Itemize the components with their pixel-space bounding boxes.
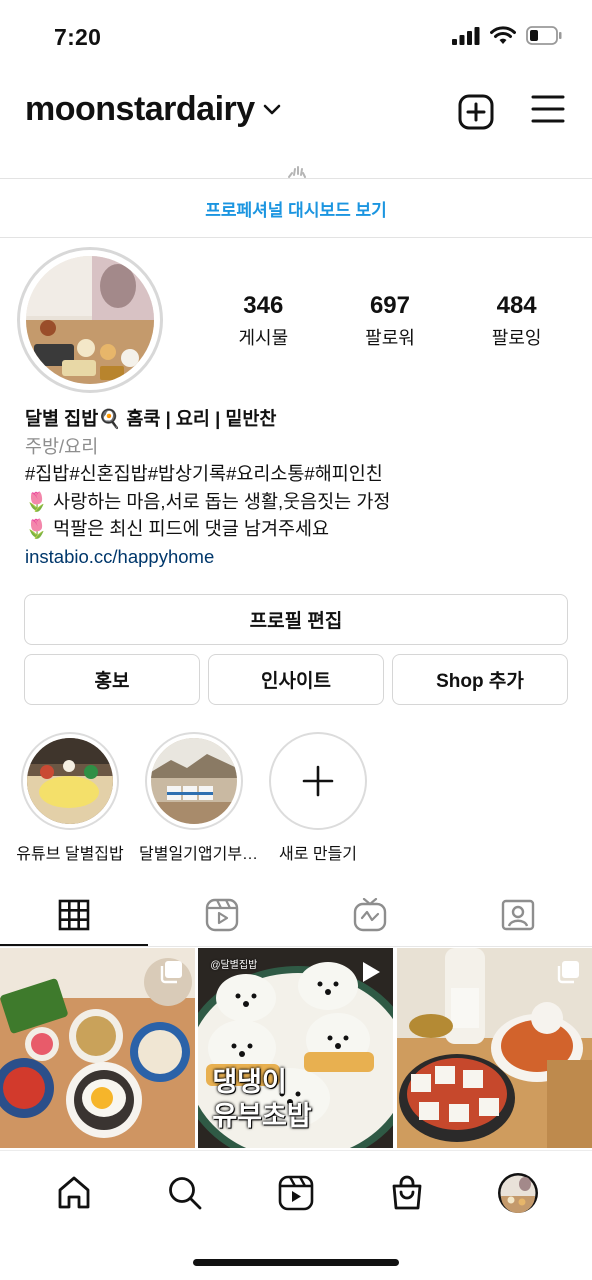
carousel-icon	[161, 961, 183, 984]
search-icon	[168, 1176, 202, 1209]
bio-line: 🌷 사랑하는 마음,서로 돕는 생활,웃음짓는 가정	[25, 490, 391, 512]
highlight-diary-donation[interactable]: 달별일기앱기부…	[139, 732, 259, 864]
professional-dashboard-bar: 프로페셔널 대시보드 보기	[0, 178, 592, 238]
add-shop-button[interactable]: Shop 추가	[392, 654, 568, 705]
insights-button[interactable]: 인사이트	[208, 654, 384, 705]
account-switcher[interactable]: moonstardairy	[25, 90, 281, 129]
reels-icon	[278, 1175, 314, 1210]
plus-icon	[302, 765, 334, 797]
highlight-youtube[interactable]: 유튜브 달별집밥	[15, 732, 125, 864]
stat-label: 팔로워	[365, 328, 415, 348]
highlight-ring	[21, 732, 119, 830]
stat-posts[interactable]: 346 게시물	[203, 292, 323, 350]
tagged-user-icon	[501, 899, 535, 931]
nav-shop[interactable]	[377, 1163, 437, 1223]
avatar-photo	[26, 256, 154, 384]
highlight-thumbnail	[27, 738, 113, 824]
hamburger-menu-icon	[531, 95, 565, 123]
highlight-thumbnail	[151, 738, 237, 824]
wifi-icon	[490, 26, 516, 44]
profile-tabs	[0, 884, 592, 946]
battery-icon	[526, 26, 562, 45]
new-highlight-button[interactable]: 새로 만들기	[263, 732, 373, 864]
username: moonstardairy	[25, 90, 255, 128]
stat-followers[interactable]: 697 팔로워	[330, 292, 450, 350]
refresh-spinner-icon	[288, 166, 306, 178]
highlight-ring	[269, 732, 367, 830]
post-thumbnail[interactable]: @달별집밥 댕댕이 유부초밥	[198, 948, 394, 1148]
tab-igtv[interactable]	[296, 884, 444, 946]
post-tag-text: @달별집밥	[210, 960, 258, 971]
display-name: 달별 집밥🍳 홈쿡 | 요리 | 밑반찬	[25, 408, 277, 429]
stat-following[interactable]: 484 팔로잉	[457, 292, 577, 350]
professional-dashboard-link[interactable]: 프로페셔널 대시보드 보기	[205, 196, 387, 221]
stat-value: 697	[369, 292, 410, 319]
promote-button[interactable]: 홍보	[24, 654, 200, 705]
nav-reels[interactable]	[266, 1163, 326, 1223]
highlight-label: 유튜브 달별집밥	[16, 846, 124, 863]
highlight-ring	[145, 732, 243, 830]
signal-icon	[452, 26, 480, 45]
post-thumbnail[interactable]	[0, 948, 195, 1148]
status-time: 7:20	[54, 24, 102, 50]
reels-icon	[205, 898, 239, 932]
profile-header: moonstardairy	[0, 72, 592, 152]
posts-grid: @달별집밥 댕댕이 유부초밥	[0, 948, 592, 1148]
profile-stats: 346 게시물 697 팔로워 484 팔로잉	[200, 292, 580, 350]
profile-avatar[interactable]	[17, 247, 163, 393]
home-icon	[58, 1176, 89, 1208]
tabs-divider	[0, 946, 592, 947]
grid-icon	[58, 899, 90, 931]
stat-label: 게시물	[238, 328, 289, 348]
bio-line: #집밥#신혼집밥#밥상기록#요리소통#해피인친	[25, 463, 383, 484]
reel-play-icon	[362, 962, 380, 982]
bottom-navigation	[0, 1150, 592, 1234]
nav-home[interactable]	[44, 1163, 104, 1223]
nav-profile[interactable]	[488, 1163, 548, 1223]
status-icons	[452, 26, 562, 45]
edit-profile-button[interactable]: 프로필 편집	[24, 594, 568, 645]
create-button[interactable]	[458, 94, 494, 135]
post-thumbnail[interactable]	[396, 948, 592, 1148]
bio-link[interactable]: instabio.cc/happyhome	[25, 543, 570, 571]
menu-button[interactable]	[531, 94, 565, 129]
home-indicator[interactable]	[193, 1259, 399, 1266]
stat-value: 346	[243, 292, 284, 319]
tab-reels[interactable]	[148, 884, 296, 946]
carousel-icon	[557, 961, 579, 984]
bio-line: 🌷 먹팔은 최신 피드에 댓글 남겨주세요	[25, 518, 330, 539]
highlight-label: 달별일기앱기부…	[139, 846, 259, 863]
tab-posts-grid[interactable]	[0, 884, 148, 946]
post-caption-line: 유부초밥	[212, 1101, 312, 1131]
profile-bio: 달별 집밥🍳 홈쿡 | 요리 | 밑반찬 주방/요리 #집밥#신혼집밥#밥상기록…	[25, 405, 570, 570]
post-caption-line: 댕댕이	[212, 1067, 287, 1097]
nav-search[interactable]	[155, 1163, 215, 1223]
tab-tagged[interactable]	[444, 884, 592, 946]
chevron-down-icon	[263, 104, 280, 114]
status-bar: 7:20	[0, 0, 592, 72]
highlight-label: 새로 만들기	[278, 846, 358, 863]
shopping-bag-icon	[392, 1175, 422, 1209]
plus-square-icon	[458, 94, 494, 130]
stat-label: 팔로잉	[491, 328, 542, 348]
stat-value: 484	[496, 292, 537, 319]
profile-avatar-icon	[498, 1172, 539, 1213]
igtv-icon	[353, 898, 387, 932]
category-label: 주방/요리	[25, 435, 99, 457]
